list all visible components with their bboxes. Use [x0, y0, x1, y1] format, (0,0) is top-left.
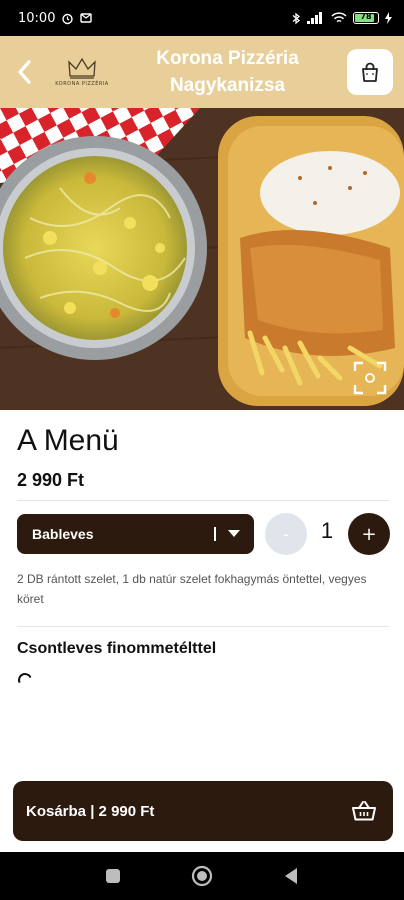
- shopping-bag-icon: [362, 62, 378, 82]
- loading-spinner: [16, 671, 34, 689]
- product-name: A Menü: [17, 424, 119, 457]
- page-title: Korona Pizzéria Nagykanizsa: [114, 45, 347, 99]
- restaurant-logo: KORONA PIZZÉRIA: [50, 46, 114, 98]
- battery-icon: 78: [353, 12, 379, 24]
- crown-icon: [68, 57, 96, 79]
- select-separator: [214, 527, 216, 541]
- divider: [17, 500, 389, 501]
- product-price: 2 990 Ft: [17, 470, 85, 490]
- back-nav-icon[interactable]: [283, 867, 299, 885]
- soup-section-title: Csontleves finommetélttel: [17, 640, 217, 657]
- plus-label: +: [361, 523, 377, 545]
- divider: [17, 626, 389, 627]
- selected-option: Bableves: [32, 526, 94, 542]
- alarm-icon: [62, 13, 74, 24]
- add-to-cart-label: Kosárba | 2 990 Ft: [26, 802, 155, 820]
- quantity-decrease-button[interactable]: -: [265, 513, 307, 555]
- recent-apps-icon[interactable]: [105, 868, 121, 884]
- logo-text: KORONA PIZZÉRIA: [55, 81, 109, 87]
- home-icon[interactable]: [191, 865, 213, 887]
- quantity-value: 1: [320, 518, 334, 543]
- chevron-left-icon: [18, 60, 31, 84]
- basket-icon: [352, 801, 376, 821]
- fullscreen-icon: [353, 361, 387, 395]
- signal-icon: [307, 12, 322, 24]
- minus-label: -: [282, 523, 290, 545]
- title-line-1: Korona Pizzéria: [156, 48, 299, 69]
- product-description: 2 DB rántott szelet, 1 db natúr szelet f…: [17, 572, 367, 606]
- battery-level: 78: [360, 12, 372, 21]
- add-to-cart-button[interactable]: Kosárba | 2 990 Ft: [13, 781, 393, 841]
- quantity-increase-button[interactable]: +: [348, 513, 390, 555]
- expand-image-button[interactable]: [352, 360, 388, 396]
- bluetooth-icon: [292, 12, 301, 24]
- back-button[interactable]: [4, 36, 44, 108]
- status-time: 10:00: [18, 10, 56, 26]
- wifi-icon: [331, 12, 347, 23]
- product-image: [0, 108, 404, 410]
- status-bar: 10:00 78: [0, 0, 404, 36]
- system-nav-bar: [0, 852, 404, 900]
- title-line-2: Nagykanizsa: [169, 75, 286, 96]
- messages-icon: [80, 13, 93, 23]
- charging-icon: [385, 12, 392, 24]
- food-photo: [0, 108, 404, 410]
- app-header: KORONA PIZZÉRIA Korona Pizzéria Nagykani…: [0, 36, 404, 108]
- cart-button[interactable]: [347, 49, 393, 95]
- chevron-down-icon: [228, 530, 240, 537]
- soup-option-select[interactable]: Bableves: [17, 514, 254, 554]
